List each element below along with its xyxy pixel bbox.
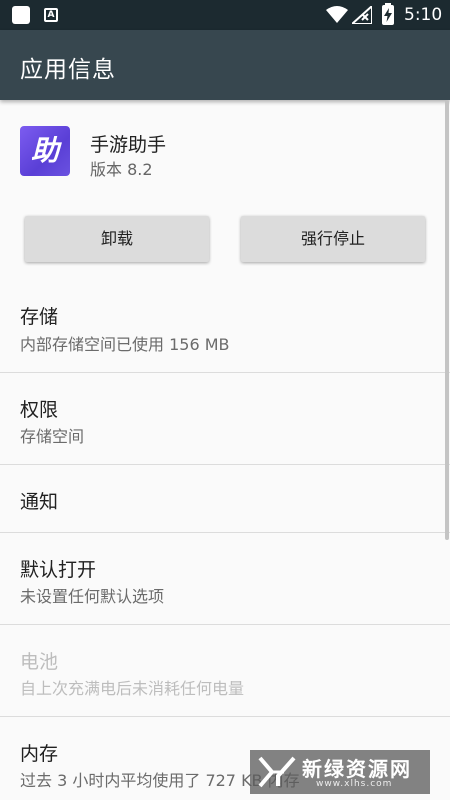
status-time: 5:10	[404, 5, 443, 25]
app-header: 助 手游助手 版本 8.2	[0, 100, 450, 200]
default-open-title: 默认打开	[20, 559, 97, 581]
uninstall-button[interactable]: 卸载	[25, 216, 209, 262]
battery-title: 电池	[20, 651, 59, 673]
app-name: 手游助手	[90, 134, 167, 156]
battery-charging-icon	[382, 3, 394, 25]
watermark-text: 新绿资源网	[302, 757, 412, 781]
battery-subtitle: 自上次充满电后未消耗任何电量	[20, 679, 245, 698]
page-title: 应用信息	[20, 57, 116, 83]
permissions-title: 权限	[20, 399, 59, 421]
square-notification-icon	[12, 6, 30, 24]
status-bar: A 5:10	[0, 0, 450, 30]
app-icon-glyph: 助	[30, 134, 59, 167]
app-version: 版本 8.2	[90, 160, 153, 179]
watermark-logo-icon	[258, 756, 296, 788]
android-a-icon: A	[44, 8, 58, 22]
default-open-subtitle: 未设置任何默认选项	[20, 587, 165, 606]
storage-title: 存储	[20, 306, 59, 328]
default-open-item[interactable]: 默认打开 未设置任何默认选项	[0, 533, 450, 624]
signal-icon	[352, 6, 372, 24]
battery-item: 电池 自上次充满电后未消耗任何电量	[0, 625, 450, 716]
memory-title: 内存	[20, 743, 59, 765]
storage-subtitle: 内部存储空间已使用 156 MB	[20, 335, 230, 354]
scrollbar[interactable]	[445, 100, 449, 540]
app-bar: 应用信息	[0, 30, 450, 100]
watermark: 新绿资源网 www.xlhs.com	[250, 750, 430, 794]
wifi-icon	[326, 6, 348, 23]
permissions-subtitle: 存储空间	[20, 427, 85, 446]
permissions-item[interactable]: 权限 存储空间	[0, 373, 450, 464]
watermark-url: www.xlhs.com	[316, 779, 393, 789]
notifications-title: 通知	[20, 491, 59, 513]
app-icon: 助	[20, 126, 70, 176]
storage-item[interactable]: 存储 内部存储空间已使用 156 MB	[0, 280, 450, 372]
notifications-item[interactable]: 通知	[0, 465, 450, 532]
force-stop-button[interactable]: 强行停止	[241, 216, 425, 262]
